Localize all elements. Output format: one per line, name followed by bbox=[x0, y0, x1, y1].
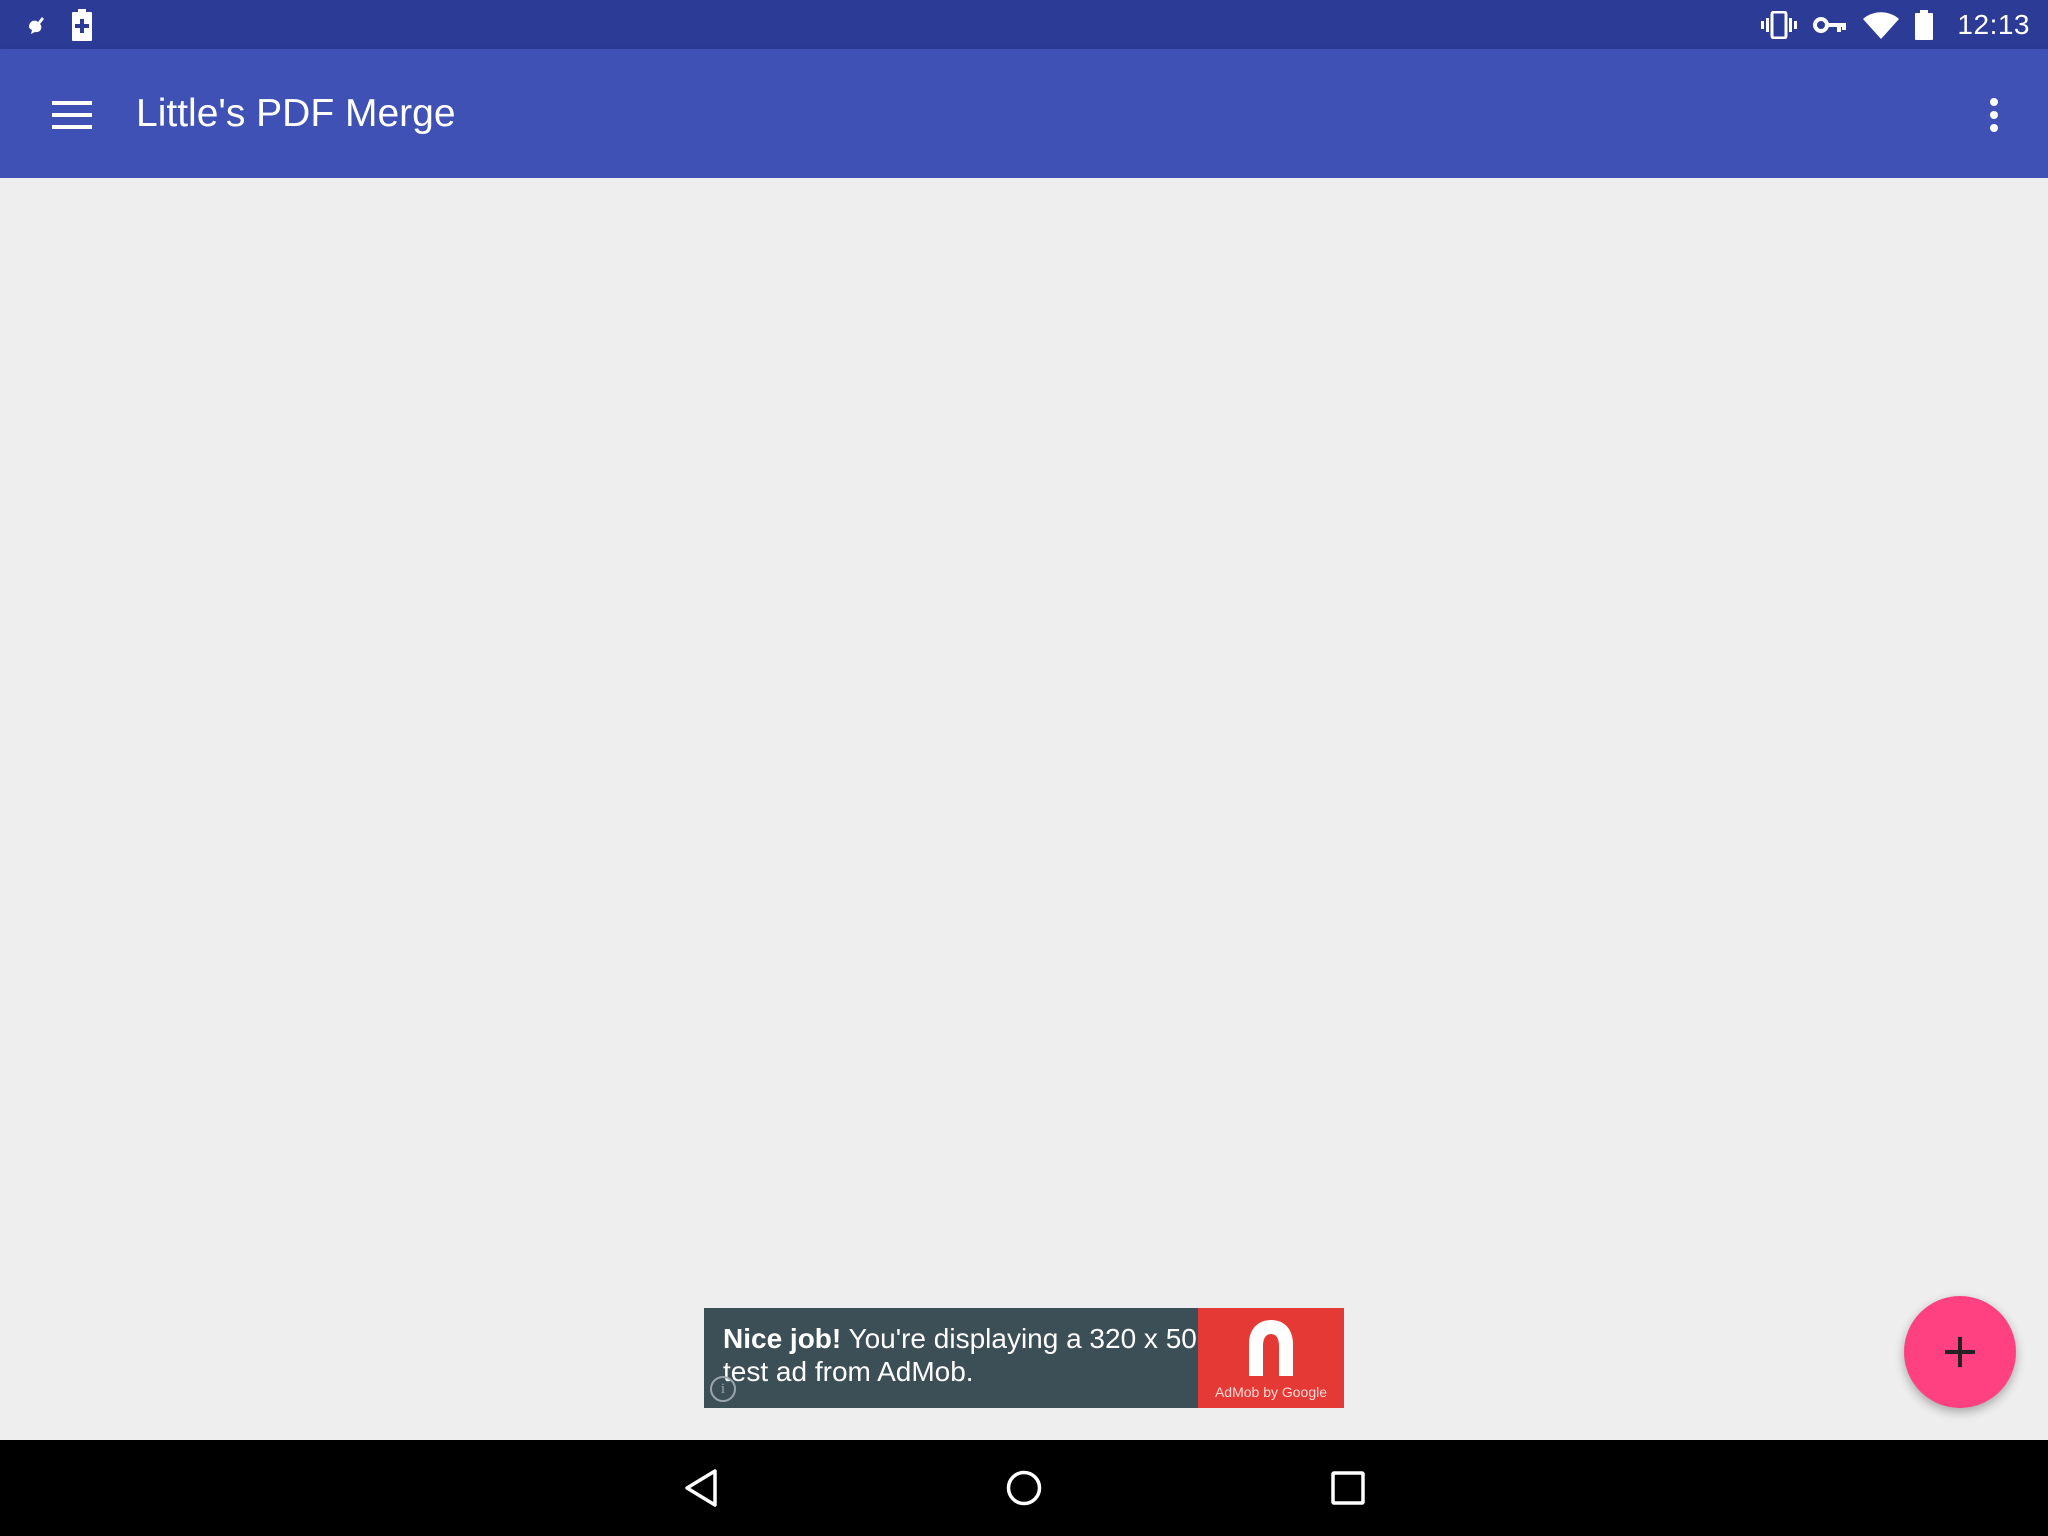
admob-logo: AdMob by Google bbox=[1198, 1308, 1344, 1408]
clock: 12:13 bbox=[1957, 8, 2030, 40]
battery-icon bbox=[1915, 9, 1934, 40]
screen: 12:13 Little's PDF Merge Nice job! You'r… bbox=[0, 0, 2048, 1536]
ad-info-icon[interactable]: i bbox=[710, 1376, 736, 1402]
status-left-icons bbox=[26, 0, 92, 49]
content-area bbox=[0, 178, 2048, 1440]
vpn-key-icon bbox=[1813, 15, 1847, 35]
admob-logo-icon bbox=[1249, 1320, 1293, 1376]
admob-caption: AdMob by Google bbox=[1214, 1384, 1328, 1400]
recents-icon bbox=[1331, 1471, 1365, 1505]
add-fab-button[interactable] bbox=[1904, 1296, 2016, 1408]
ad-banner[interactable]: Nice job! You're displaying a 320 x 50 t… bbox=[704, 1308, 1344, 1408]
ad-headline-bold: Nice job! bbox=[723, 1323, 842, 1354]
app-bar: Little's PDF Merge bbox=[0, 49, 2048, 178]
battery-charging-icon bbox=[72, 8, 92, 41]
overflow-menu-button[interactable] bbox=[1958, 79, 2030, 151]
ad-text: Nice job! You're displaying a 320 x 50 t… bbox=[704, 1308, 1198, 1408]
notification-app-icon bbox=[26, 15, 48, 35]
back-button[interactable] bbox=[665, 1452, 737, 1524]
app-title: Little's PDF Merge bbox=[136, 91, 456, 135]
wifi-icon bbox=[1863, 11, 1900, 39]
more-vert-icon bbox=[1990, 98, 1998, 132]
add-icon bbox=[1945, 1337, 1975, 1367]
menu-button[interactable] bbox=[36, 79, 108, 151]
recents-button[interactable] bbox=[1312, 1452, 1384, 1524]
navigation-bar bbox=[0, 1440, 2048, 1536]
menu-icon bbox=[52, 101, 92, 129]
home-icon bbox=[1006, 1470, 1042, 1506]
status-bar: 12:13 bbox=[0, 0, 2048, 49]
home-button[interactable] bbox=[988, 1452, 1060, 1524]
back-icon bbox=[685, 1469, 717, 1507]
vibrate-icon bbox=[1761, 10, 1798, 39]
status-right-icons: 12:13 bbox=[1761, 0, 2030, 49]
